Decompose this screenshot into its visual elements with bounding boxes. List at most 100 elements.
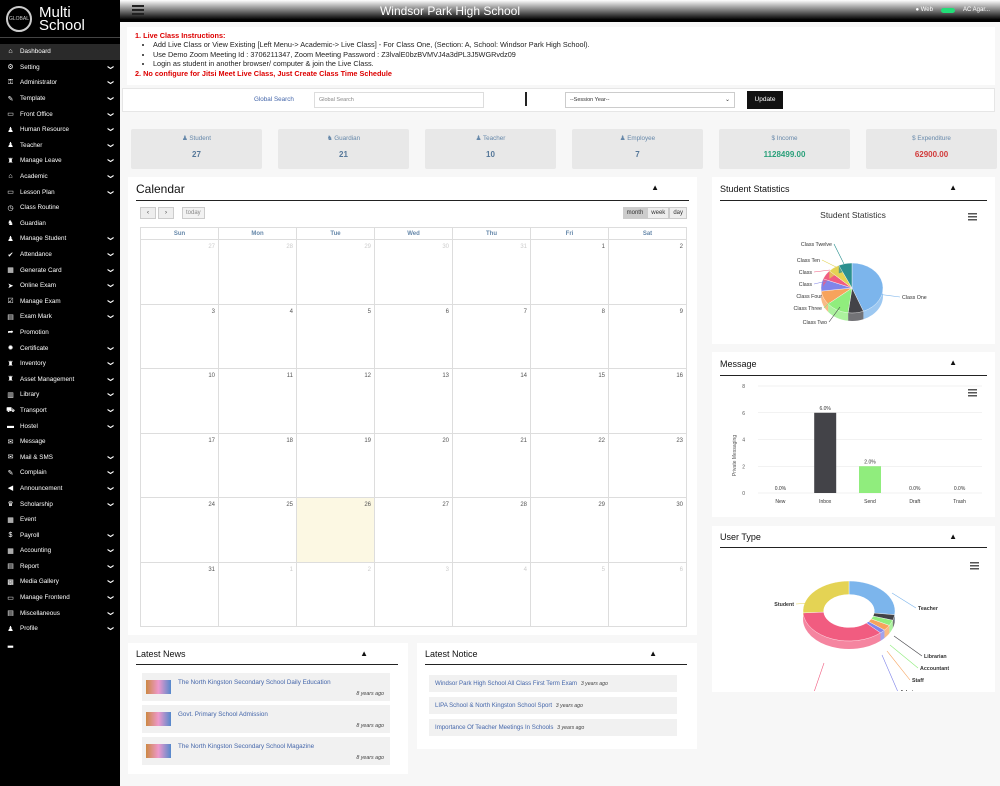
sidebar-item-profile[interactable]: ♟ Profile ❯ bbox=[0, 621, 120, 637]
web-link[interactable]: ● Web bbox=[915, 7, 933, 13]
logo[interactable]: GLOBAL Multi School bbox=[0, 0, 120, 38]
calendar-day[interactable]: 15 bbox=[530, 368, 609, 434]
calendar-day[interactable]: 23 bbox=[608, 432, 687, 498]
calendar-day[interactable]: 14 bbox=[452, 368, 531, 434]
calendar-day[interactable]: 4 bbox=[218, 303, 297, 369]
stat-card-teacher[interactable]: ♟ Teacher 10 bbox=[425, 129, 556, 169]
today-button[interactable]: today bbox=[182, 207, 205, 219]
sidebar-item-guardian[interactable]: ♞ Guardian bbox=[0, 216, 120, 232]
bar[interactable] bbox=[859, 466, 881, 493]
collapse-icon[interactable]: ▲ bbox=[360, 649, 368, 658]
sidebar-item-certificate[interactable]: ✹ Certificate ❯ bbox=[0, 340, 120, 356]
sidebar-item-inventory[interactable]: ♜ Inventory ❯ bbox=[0, 356, 120, 372]
calendar-day[interactable]: 3 bbox=[374, 561, 453, 627]
calendar-day[interactable]: 18 bbox=[218, 432, 297, 498]
calendar-day[interactable]: 7 bbox=[452, 303, 531, 369]
calendar-day[interactable]: 5 bbox=[296, 303, 375, 369]
sidebar-item-administrator[interactable]: ⚿ Administrator ❯ bbox=[0, 75, 120, 91]
sidebar-item-template[interactable]: ✎ Template ❯ bbox=[0, 91, 120, 107]
sidebar-item-promotion[interactable]: ➦ Promotion bbox=[0, 325, 120, 341]
calendar-day[interactable]: 17 bbox=[140, 432, 219, 498]
calendar-day[interactable]: 19 bbox=[296, 432, 375, 498]
calendar-day[interactable]: 6 bbox=[608, 561, 687, 627]
calendar-day[interactable]: 2 bbox=[608, 239, 687, 305]
news-title[interactable]: The North Kingston Secondary School Dail… bbox=[178, 679, 331, 686]
sidebar-item-manage-frontend[interactable]: ▭ Manage Frontend ❯ bbox=[0, 590, 120, 606]
calendar-day[interactable]: 30 bbox=[608, 497, 687, 563]
sidebar-item-class-routine[interactable]: ◷ Class Routine bbox=[0, 200, 120, 216]
calendar-day[interactable]: 27 bbox=[140, 239, 219, 305]
sidebar-item-teacher[interactable]: ♟ Teacher ❯ bbox=[0, 138, 120, 154]
calendar-day[interactable]: 30 bbox=[374, 239, 453, 305]
sidebar-item-hostel[interactable]: ▬ Hostel ❯ bbox=[0, 418, 120, 434]
stat-card-expenditure[interactable]: $ Expenditure 62900.00 bbox=[866, 129, 997, 169]
notice-item[interactable]: Windsor Park High School All Class First… bbox=[429, 675, 677, 692]
sidebar-item-event[interactable]: ▦ Event bbox=[0, 512, 120, 528]
sidebar-item-complain[interactable]: ✎ Complain ❯ bbox=[0, 465, 120, 481]
sidebar-item-lesson-plan[interactable]: ▭ Lesson Plan ❯ bbox=[0, 184, 120, 200]
sidebar-item-media-gallery[interactable]: ▩ Media Gallery ❯ bbox=[0, 574, 120, 590]
calendar-day[interactable]: 1 bbox=[530, 239, 609, 305]
sidebar-item-scholarship[interactable]: ♛ Scholarship ❯ bbox=[0, 496, 120, 512]
notice-title[interactable]: Importance Of Teacher Meetings In School… bbox=[435, 724, 553, 731]
sidebar-item-dashboard[interactable]: ⌂ Dashboard bbox=[0, 44, 120, 60]
sidebar-item-asset-management[interactable]: ♜ Asset Management ❯ bbox=[0, 371, 120, 387]
calendar-day[interactable]: 31 bbox=[452, 239, 531, 305]
stat-card-student[interactable]: ♟ Student 27 bbox=[131, 129, 262, 169]
news-item[interactable]: Govt. Primary School Admission 8 years ag… bbox=[142, 705, 390, 733]
calendar-day[interactable]: 20 bbox=[374, 432, 453, 498]
calendar-day[interactable]: 27 bbox=[374, 497, 453, 563]
calendar-day[interactable]: 22 bbox=[530, 432, 609, 498]
calendar-day[interactable]: 3 bbox=[140, 303, 219, 369]
calendar-day[interactable]: 10 bbox=[140, 368, 219, 434]
sidebar-item-setting[interactable]: ⚙ Setting ❯ bbox=[0, 60, 120, 76]
sidebar-item-exam-mark[interactable]: ▤ Exam Mark ❯ bbox=[0, 309, 120, 325]
sidebar-item-transport[interactable]: ⛟ Transport ❯ bbox=[0, 403, 120, 419]
next-month-button[interactable]: › bbox=[158, 207, 174, 219]
stat-card-income[interactable]: $ Income 1128499.00 bbox=[719, 129, 850, 169]
update-button[interactable]: Update bbox=[747, 91, 783, 109]
calendar-day[interactable]: 28 bbox=[218, 239, 297, 305]
collapse-icon[interactable]: ▲ bbox=[949, 532, 957, 541]
sidebar-item-report[interactable]: ▤ Report ❯ bbox=[0, 559, 120, 575]
notice-item[interactable]: LIPA School & North Kingston School Spor… bbox=[429, 697, 677, 714]
prev-month-button[interactable]: ‹ bbox=[140, 207, 156, 219]
collapse-icon[interactable]: ▲ bbox=[649, 649, 657, 658]
sidebar-item-mail-sms[interactable]: ✉ Mail & SMS ❯ bbox=[0, 449, 120, 465]
notice-title[interactable]: Windsor Park High School All Class First… bbox=[435, 680, 577, 687]
calendar-day[interactable]: 24 bbox=[140, 497, 219, 563]
calendar-day[interactable]: 4 bbox=[452, 561, 531, 627]
day-view-button[interactable]: day bbox=[669, 207, 687, 219]
calendar-day[interactable]: 11 bbox=[218, 368, 297, 434]
calendar-day[interactable]: 1 bbox=[218, 561, 297, 627]
calendar-day[interactable]: 31 bbox=[140, 561, 219, 627]
sidebar-item-academic[interactable]: ⌂ Academic ❯ bbox=[0, 169, 120, 185]
news-title[interactable]: The North Kingston Secondary School Maga… bbox=[178, 743, 314, 750]
sidebar-item-front-office[interactable]: ▭ Front Office ❯ bbox=[0, 106, 120, 122]
calendar-day[interactable]: 5 bbox=[530, 561, 609, 627]
week-view-button[interactable]: week bbox=[647, 207, 670, 219]
avatar[interactable] bbox=[940, 7, 955, 13]
collapse-icon[interactable]: ▲ bbox=[949, 183, 957, 192]
sidebar-item-message[interactable]: ✉ Message bbox=[0, 434, 120, 450]
calendar-day[interactable]: 16 bbox=[608, 368, 687, 434]
chart-menu-icon[interactable] bbox=[970, 562, 979, 570]
sidebar-item-online-exam[interactable]: ➤ Online Exam ❯ bbox=[0, 278, 120, 294]
sidebar-item-generate-card[interactable]: ▦ Generate Card ❯ bbox=[0, 262, 120, 278]
news-title[interactable]: Govt. Primary School Admission bbox=[178, 711, 268, 718]
calendar-day[interactable]: 29 bbox=[530, 497, 609, 563]
sidebar-item-human-resource[interactable]: ♟ Human Resource ❯ bbox=[0, 122, 120, 138]
calendar-day[interactable]: 25 bbox=[218, 497, 297, 563]
notice-item[interactable]: Importance Of Teacher Meetings In School… bbox=[429, 719, 677, 736]
calendar-day[interactable]: 6 bbox=[374, 303, 453, 369]
sidebar-item-accounting[interactable]: ▦ Accounting ❯ bbox=[0, 543, 120, 559]
news-item[interactable]: The North Kingston Secondary School Dail… bbox=[142, 673, 390, 701]
collapse-icon[interactable]: ▲ bbox=[949, 358, 957, 367]
month-view-button[interactable]: month bbox=[622, 207, 648, 219]
calendar-day[interactable]: 26 bbox=[296, 497, 375, 563]
stat-card-guardian[interactable]: ♞ Guardian 21 bbox=[278, 129, 409, 169]
calendar-day[interactable]: 2 bbox=[296, 561, 375, 627]
calendar-day[interactable]: 8 bbox=[530, 303, 609, 369]
chart-menu-icon[interactable] bbox=[968, 389, 977, 397]
user-menu[interactable]: AC Agar... bbox=[963, 7, 990, 13]
